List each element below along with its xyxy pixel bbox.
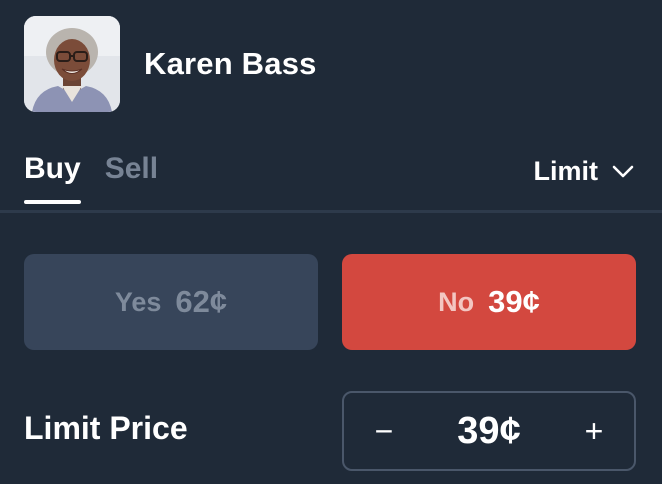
- yes-button[interactable]: Yes 62¢: [24, 254, 318, 350]
- yes-price: 62¢: [175, 284, 228, 319]
- buy-sell-tabs: Buy Sell: [24, 152, 158, 204]
- decrement-button[interactable]: −: [344, 393, 424, 469]
- avatar: [24, 16, 120, 112]
- tab-buy[interactable]: Buy: [24, 152, 81, 204]
- tab-sell[interactable]: Sell: [105, 152, 158, 204]
- yes-label: Yes: [114, 286, 162, 317]
- limit-price-label: Limit Price: [24, 410, 188, 446]
- limit-price-stepper: − 39¢ +: [342, 391, 636, 471]
- order-type-label: Limit: [533, 156, 599, 186]
- no-button[interactable]: No 39¢: [342, 254, 636, 350]
- market-title: Karen Bass: [144, 46, 317, 81]
- limit-price-value[interactable]: 39¢: [457, 410, 520, 453]
- tabs-divider: [0, 210, 662, 213]
- order-type-dropdown[interactable]: Limit: [534, 156, 635, 187]
- no-price: 39¢: [488, 284, 540, 319]
- portrait-image: [24, 16, 120, 112]
- no-label: No: [438, 286, 475, 317]
- chevron-down-icon: [612, 165, 634, 179]
- increment-button[interactable]: +: [554, 393, 634, 469]
- market-header: Karen Bass: [24, 16, 317, 112]
- plus-icon: +: [584, 412, 604, 449]
- minus-icon: −: [374, 412, 394, 449]
